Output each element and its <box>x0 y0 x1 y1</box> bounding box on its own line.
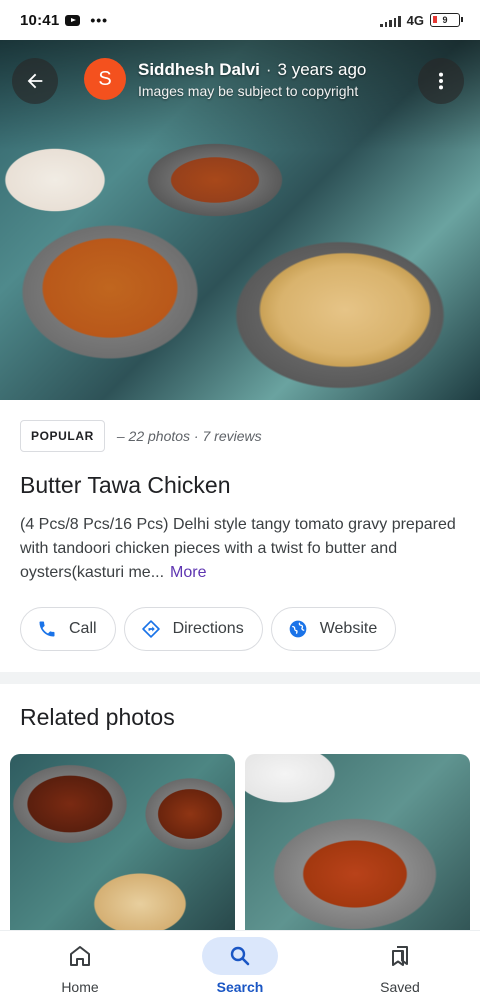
more-notifications-icon: ••• <box>90 12 109 28</box>
related-photo[interactable] <box>245 754 470 930</box>
nav-saved-icon-wrap <box>362 937 438 975</box>
call-button[interactable]: Call <box>20 607 116 651</box>
related-photo[interactable] <box>10 754 235 930</box>
dish-description: (4 Pcs/8 Pcs/16 Pcs) Delhi style tangy t… <box>20 513 460 585</box>
website-label: Website <box>319 620 378 637</box>
more-options-button[interactable] <box>418 58 464 104</box>
phone-icon <box>39 621 55 637</box>
nav-saved[interactable]: Saved <box>320 931 480 998</box>
home-icon <box>70 946 90 966</box>
globe-icon <box>289 620 307 638</box>
more-vert-icon <box>438 72 444 90</box>
more-link[interactable]: More <box>170 564 206 581</box>
related-photos-title: Related photos <box>20 704 175 730</box>
photo-age: 3 years ago <box>277 60 367 79</box>
meta-row: POPULAR – 22 photos · 7 reviews <box>20 420 460 452</box>
network-type: 4G <box>406 12 424 28</box>
description-text: (4 Pcs/8 Pcs/16 Pcs) Delhi style tangy t… <box>20 516 456 581</box>
nav-home[interactable]: Home <box>0 931 160 998</box>
status-right: 4G 9 <box>380 12 463 28</box>
author-name[interactable]: Siddhesh Dalvi <box>138 60 260 79</box>
popular-badge: POPULAR <box>20 420 105 452</box>
battery-level: 9 <box>442 15 448 25</box>
copyright-note: Images may be subject to copyright <box>138 83 359 99</box>
nav-home-icon-wrap <box>42 937 118 975</box>
signal-icon <box>380 14 401 27</box>
saved-collections-icon <box>392 946 408 966</box>
hero-photo[interactable]: S Siddhesh Dalvi · 3 years ago Images may … <box>0 40 480 400</box>
nav-search-icon-wrap <box>202 937 278 975</box>
call-label: Call <box>69 620 97 637</box>
directions-label: Directions <box>172 620 244 637</box>
search-icon <box>230 946 250 966</box>
author-separator: · <box>265 60 272 79</box>
nav-home-label: Home <box>61 979 99 995</box>
status-left: 10:41 ••• <box>20 12 108 29</box>
dish-details: POPULAR – 22 photos · 7 reviews Butter T… <box>0 400 480 651</box>
back-button[interactable] <box>12 58 58 104</box>
youtube-notification-icon <box>65 14 81 26</box>
dish-title: Butter Tawa Chicken <box>20 472 231 498</box>
arrow-back-icon <box>27 73 43 89</box>
photo-review-count[interactable]: – 22 photos · 7 reviews <box>117 428 262 444</box>
website-button[interactable]: Website <box>270 607 397 651</box>
nav-saved-label: Saved <box>380 979 420 995</box>
bottom-navigation: Home Search Saved <box>0 930 480 998</box>
nav-search[interactable]: Search <box>160 931 320 998</box>
directions-icon <box>141 620 160 638</box>
action-buttons: Call Directions Website <box>20 607 460 651</box>
nav-search-label: Search <box>216 979 264 995</box>
status-time: 10:41 <box>20 11 60 29</box>
author-line: Siddhesh Dalvi · 3 years ago <box>138 60 366 80</box>
section-divider <box>0 672 480 684</box>
related-photos-grid <box>10 754 470 930</box>
status-bar: 10:41 ••• 4G 9 <box>0 0 480 40</box>
author-avatar[interactable]: S <box>84 58 126 100</box>
directions-button[interactable]: Directions <box>123 607 263 651</box>
battery-icon: 9 <box>430 13 463 27</box>
avatar-letter: S <box>98 67 112 90</box>
